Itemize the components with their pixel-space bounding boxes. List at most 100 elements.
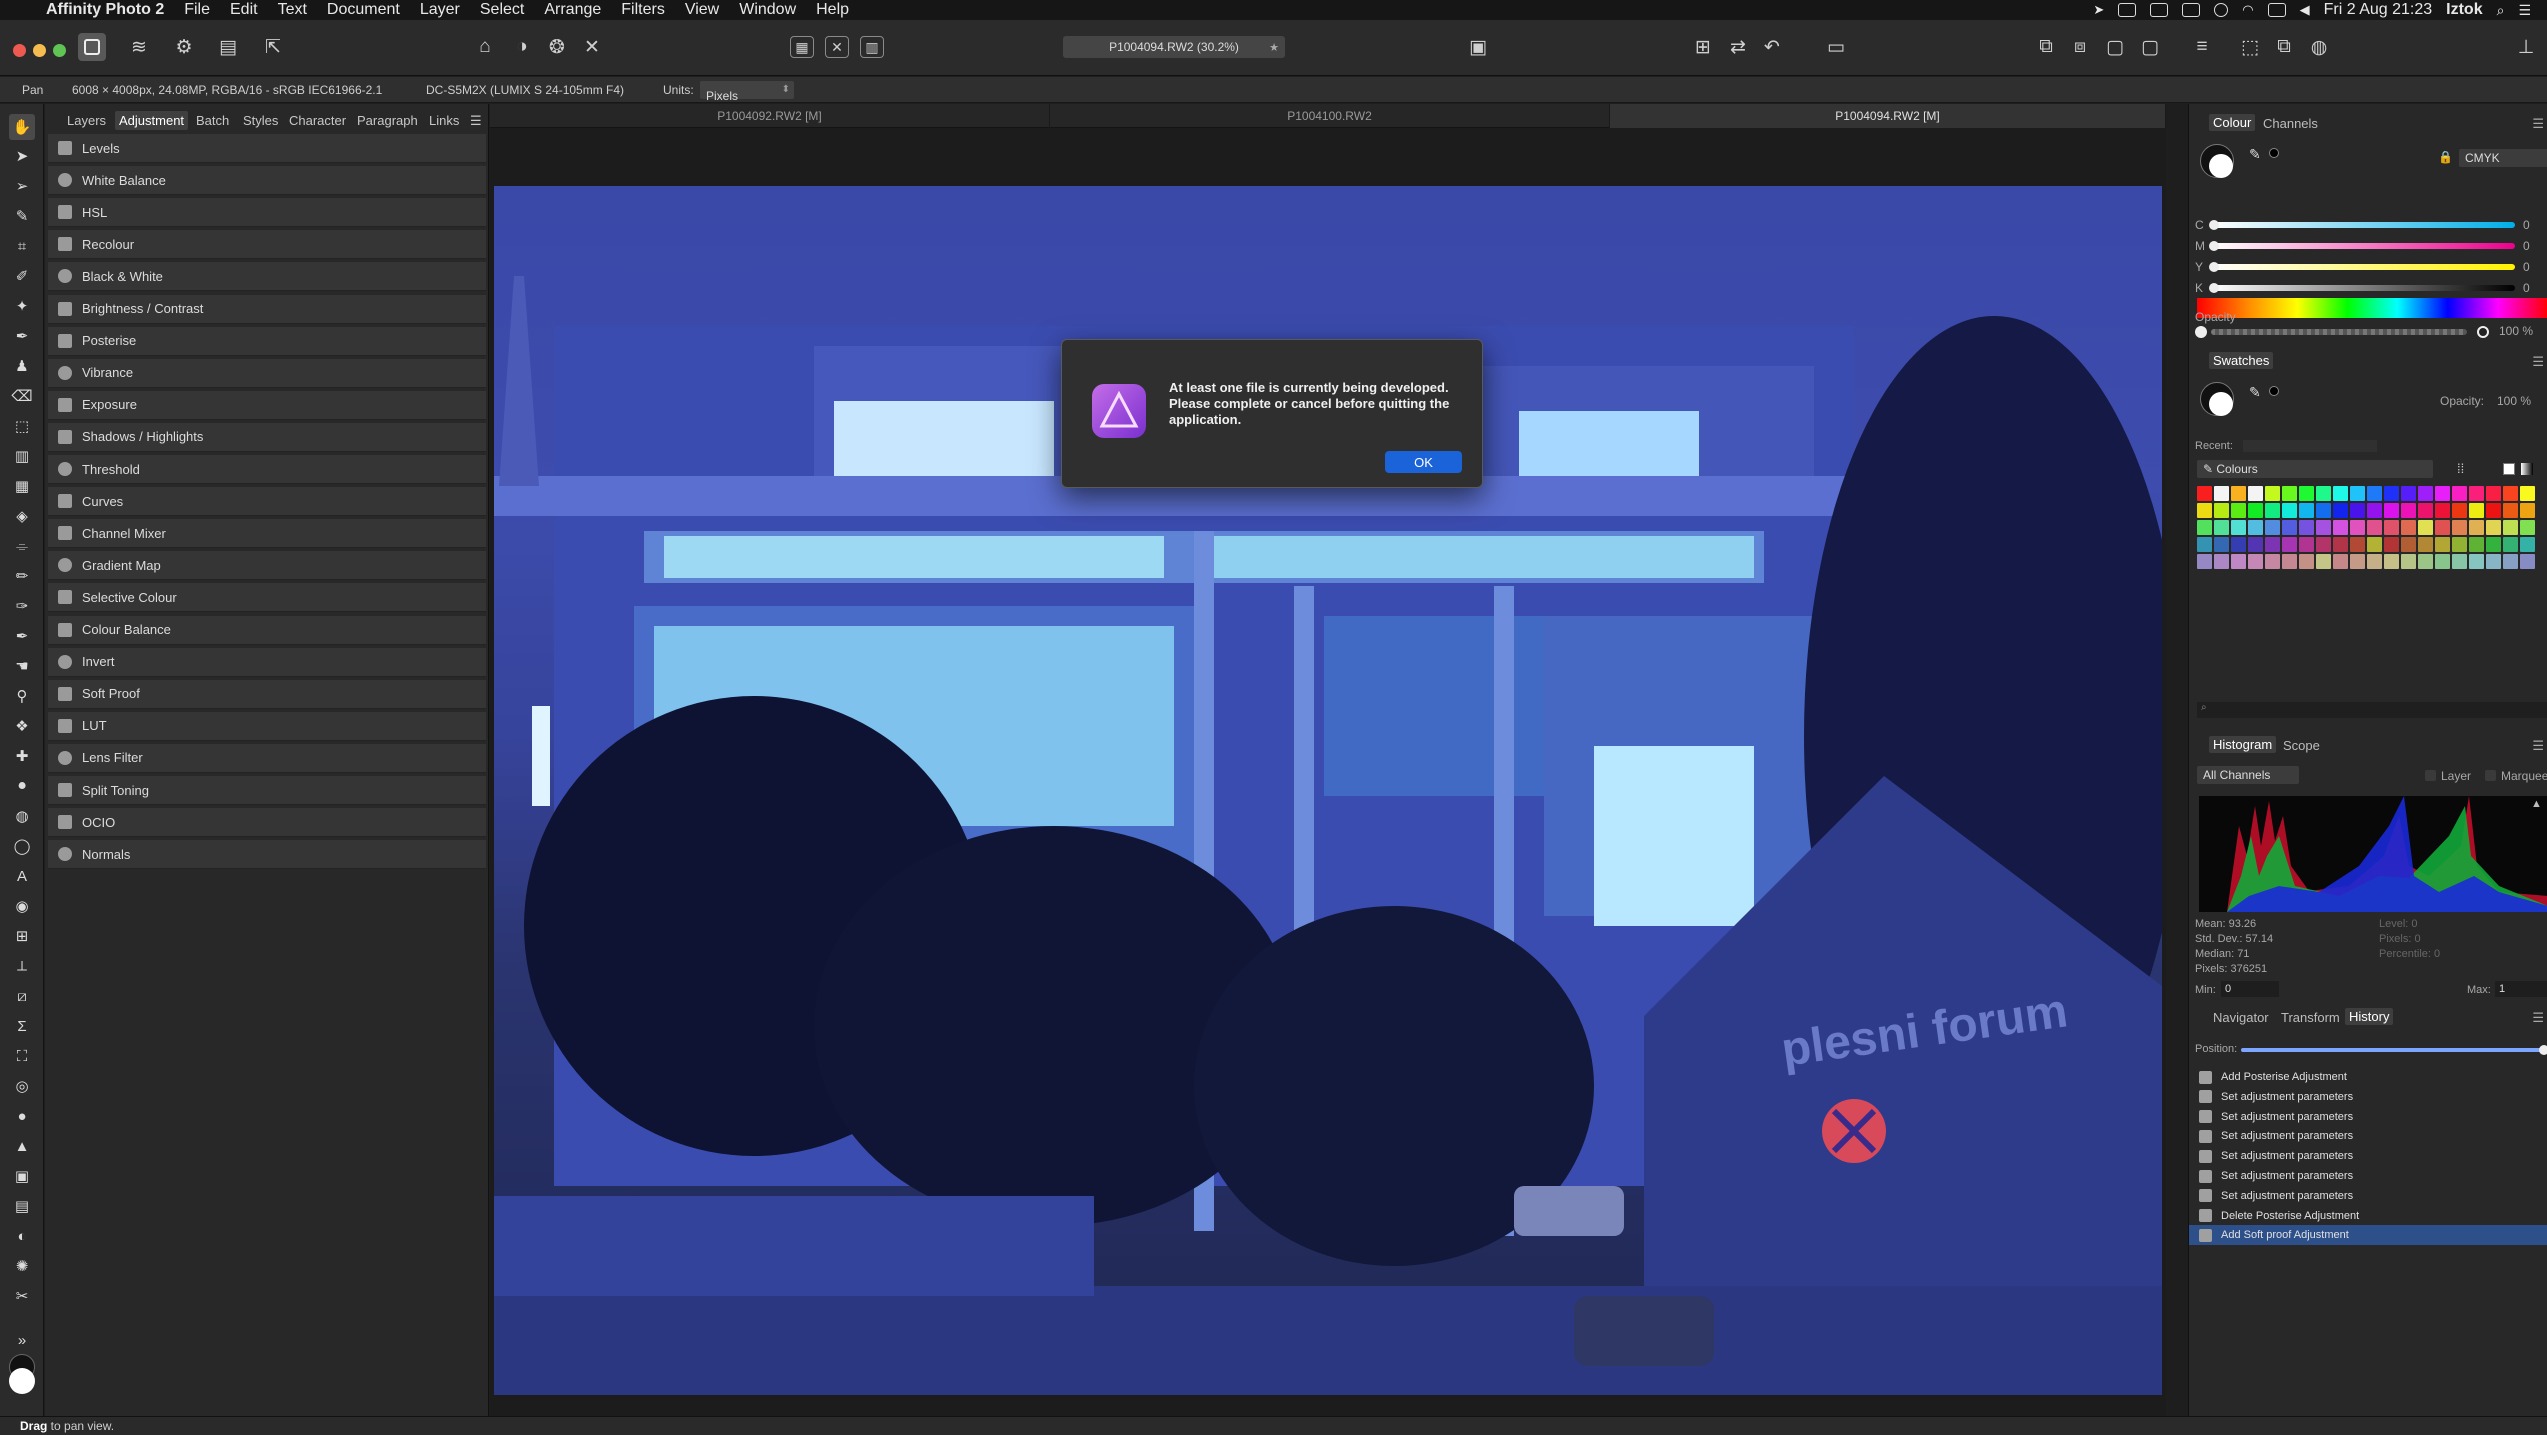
colour-wheel-icon[interactable]: ✺ — [12, 1256, 32, 1276]
swatch-cell[interactable] — [2350, 537, 2365, 552]
swatch-cell[interactable] — [2367, 554, 2382, 569]
paint-brush-icon[interactable]: ✏ — [12, 566, 32, 586]
swatch-cell[interactable] — [2214, 503, 2229, 518]
swatch-cell[interactable] — [2503, 503, 2518, 518]
expand-tools-icon[interactable]: » — [12, 1330, 32, 1350]
gradient-swatch-icon[interactable] — [2521, 463, 2533, 475]
swatch-cell[interactable] — [2367, 486, 2382, 501]
document-tab-1[interactable]: P1004092.RW2 [M] — [490, 104, 1050, 128]
history-entry[interactable]: Set adjustment parameters — [2189, 1087, 2547, 1107]
opacity-value[interactable]: 100 % — [2499, 324, 2533, 338]
adjustment-item[interactable]: Curves — [48, 487, 486, 517]
document-title[interactable]: P1004094.RW2 (30.2%) ★ — [1063, 36, 1285, 58]
primary-colour-dot[interactable] — [2209, 154, 2233, 178]
view-tool-icon[interactable]: ⌂ — [471, 33, 499, 61]
palette-select[interactable]: ✎ Colours — [2197, 460, 2433, 478]
arrange-icon-4[interactable]: ▢ — [2136, 33, 2164, 61]
swatch-cell[interactable] — [2469, 554, 2484, 569]
swatch-cell[interactable] — [2299, 503, 2314, 518]
tab-layers[interactable]: Layers — [67, 113, 106, 128]
swatch-cell[interactable] — [2350, 486, 2365, 501]
swatch-grid[interactable] — [2197, 486, 2537, 569]
swatch-cell[interactable] — [2401, 537, 2416, 552]
swatch-cell[interactable] — [2282, 503, 2297, 518]
red-eye-tool-icon[interactable]: ◉ — [12, 896, 32, 916]
adjustment-item[interactable]: Channel Mixer — [48, 519, 486, 549]
tone-mapping-persona-icon[interactable]: ▤ — [214, 33, 242, 61]
swatch-cell[interactable] — [2452, 537, 2467, 552]
dodge-tool-icon[interactable]: ⚲ — [12, 686, 32, 706]
measure-tool-icon[interactable]: ⟂ — [12, 956, 32, 976]
pan-tool-icon[interactable]: ✋ — [9, 114, 35, 140]
shape-tool-icon[interactable]: ◯ — [12, 836, 32, 856]
auto-levels-icon[interactable]: ◑ — [508, 33, 536, 61]
arrange-icon-1[interactable]: ⧉ — [2032, 33, 2060, 61]
swatch-cell[interactable] — [2316, 554, 2331, 569]
adjustment-item[interactable]: OCIO — [48, 808, 486, 838]
swatch-cell[interactable] — [2367, 503, 2382, 518]
share-icon[interactable]: ▭ — [1822, 33, 1850, 61]
swatch-cell[interactable] — [2384, 503, 2399, 518]
document-tab-3[interactable]: P1004094.RW2 [M] — [1610, 104, 2166, 128]
swatch-cell[interactable] — [2486, 503, 2501, 518]
pixel-tool-icon[interactable]: ✑ — [12, 596, 32, 616]
assistant-icon[interactable]: ⇄ — [1724, 33, 1752, 61]
swatch-cell[interactable] — [2469, 537, 2484, 552]
location-icon[interactable]: ➤ — [2093, 2, 2104, 18]
adjustment-item[interactable]: LUT — [48, 711, 486, 741]
tab-colour[interactable]: Colour — [2209, 114, 2256, 131]
tab-styles[interactable]: Styles — [243, 113, 278, 128]
boolean-add-icon[interactable]: ⬚ — [2236, 33, 2264, 61]
fill-tool-icon[interactable]: ◈ — [12, 506, 32, 526]
swatch-cell[interactable] — [2401, 554, 2416, 569]
document-tab-2[interactable]: P1004100.RW2 — [1050, 104, 1610, 128]
swatch-cell[interactable] — [2197, 520, 2212, 535]
adjustment-item[interactable]: Threshold — [48, 455, 486, 484]
swatch-cell[interactable] — [2486, 554, 2501, 569]
swatch-cell[interactable] — [2418, 537, 2433, 552]
picker-icon[interactable]: ✎ — [2249, 146, 2261, 163]
swatch-cell[interactable] — [2197, 554, 2212, 569]
export-persona-icon[interactable]: ⇱ — [259, 33, 287, 61]
ok-button[interactable]: OK — [1385, 451, 1462, 473]
marquee-tool-icon[interactable]: ⬚ — [12, 416, 32, 436]
swatch-cell[interactable] — [2367, 537, 2382, 552]
tab-adjustment[interactable]: Adjustment — [115, 111, 189, 130]
eraser-tool-icon[interactable]: ⌫ — [11, 386, 32, 406]
safari-icon[interactable] — [2150, 3, 2169, 17]
channel-y-slider[interactable] — [2213, 264, 2515, 270]
channel-m-value[interactable]: 0 — [2523, 239, 2530, 253]
adjustment-item[interactable]: Selective Colour — [48, 583, 486, 613]
swatch-cell[interactable] — [2520, 554, 2535, 569]
adjustment-item[interactable]: Vibrance — [48, 358, 486, 388]
liquify-persona-icon[interactable]: ≋ — [125, 33, 153, 61]
swatches-black-dot-icon[interactable] — [2269, 386, 2279, 396]
channel-tool-icon[interactable]: ▣ — [12, 1166, 32, 1186]
auto-colour-icon[interactable]: ✕ — [578, 33, 606, 61]
colour-picker-icon[interactable]: ✎ — [12, 206, 32, 226]
undo-history-icon[interactable]: ↶ — [1758, 33, 1786, 61]
history-entry[interactable]: Set adjustment parameters — [2189, 1146, 2547, 1166]
adjustment-item[interactable]: HSL — [48, 198, 486, 228]
swatch-cell[interactable] — [2265, 486, 2280, 501]
text-tool-icon[interactable]: A — [12, 866, 32, 886]
swatches-opacity-value[interactable]: 100 % — [2497, 394, 2531, 408]
swatch-cell[interactable] — [2520, 486, 2535, 501]
swatch-cell[interactable] — [2401, 486, 2416, 501]
adjustment-item[interactable]: Soft Proof — [48, 679, 486, 709]
marquee-checkbox[interactable] — [2485, 770, 2496, 781]
swatch-cell[interactable] — [2367, 520, 2382, 535]
history-entry[interactable]: Add Posterise Adjustment — [2189, 1067, 2547, 1087]
swatches-menu-icon[interactable]: ☰ — [2532, 354, 2544, 370]
volume-icon[interactable]: ◀ — [2300, 2, 2310, 18]
battery-icon[interactable] — [2267, 3, 2286, 17]
menu-layer[interactable]: Layer — [410, 1, 470, 19]
swatch-cell[interactable] — [2435, 503, 2450, 518]
swatch-cell[interactable] — [2469, 503, 2484, 518]
adjustment-item[interactable]: Lens Filter — [48, 743, 486, 773]
channel-y-knob[interactable] — [2209, 262, 2219, 272]
channel-y-value[interactable]: 0 — [2523, 260, 2530, 274]
mixer-brush-icon[interactable]: ✒ — [12, 626, 32, 646]
adjustment-item[interactable]: Gradient Map — [48, 551, 486, 581]
selection-brush-icon[interactable]: ✐ — [12, 266, 32, 286]
